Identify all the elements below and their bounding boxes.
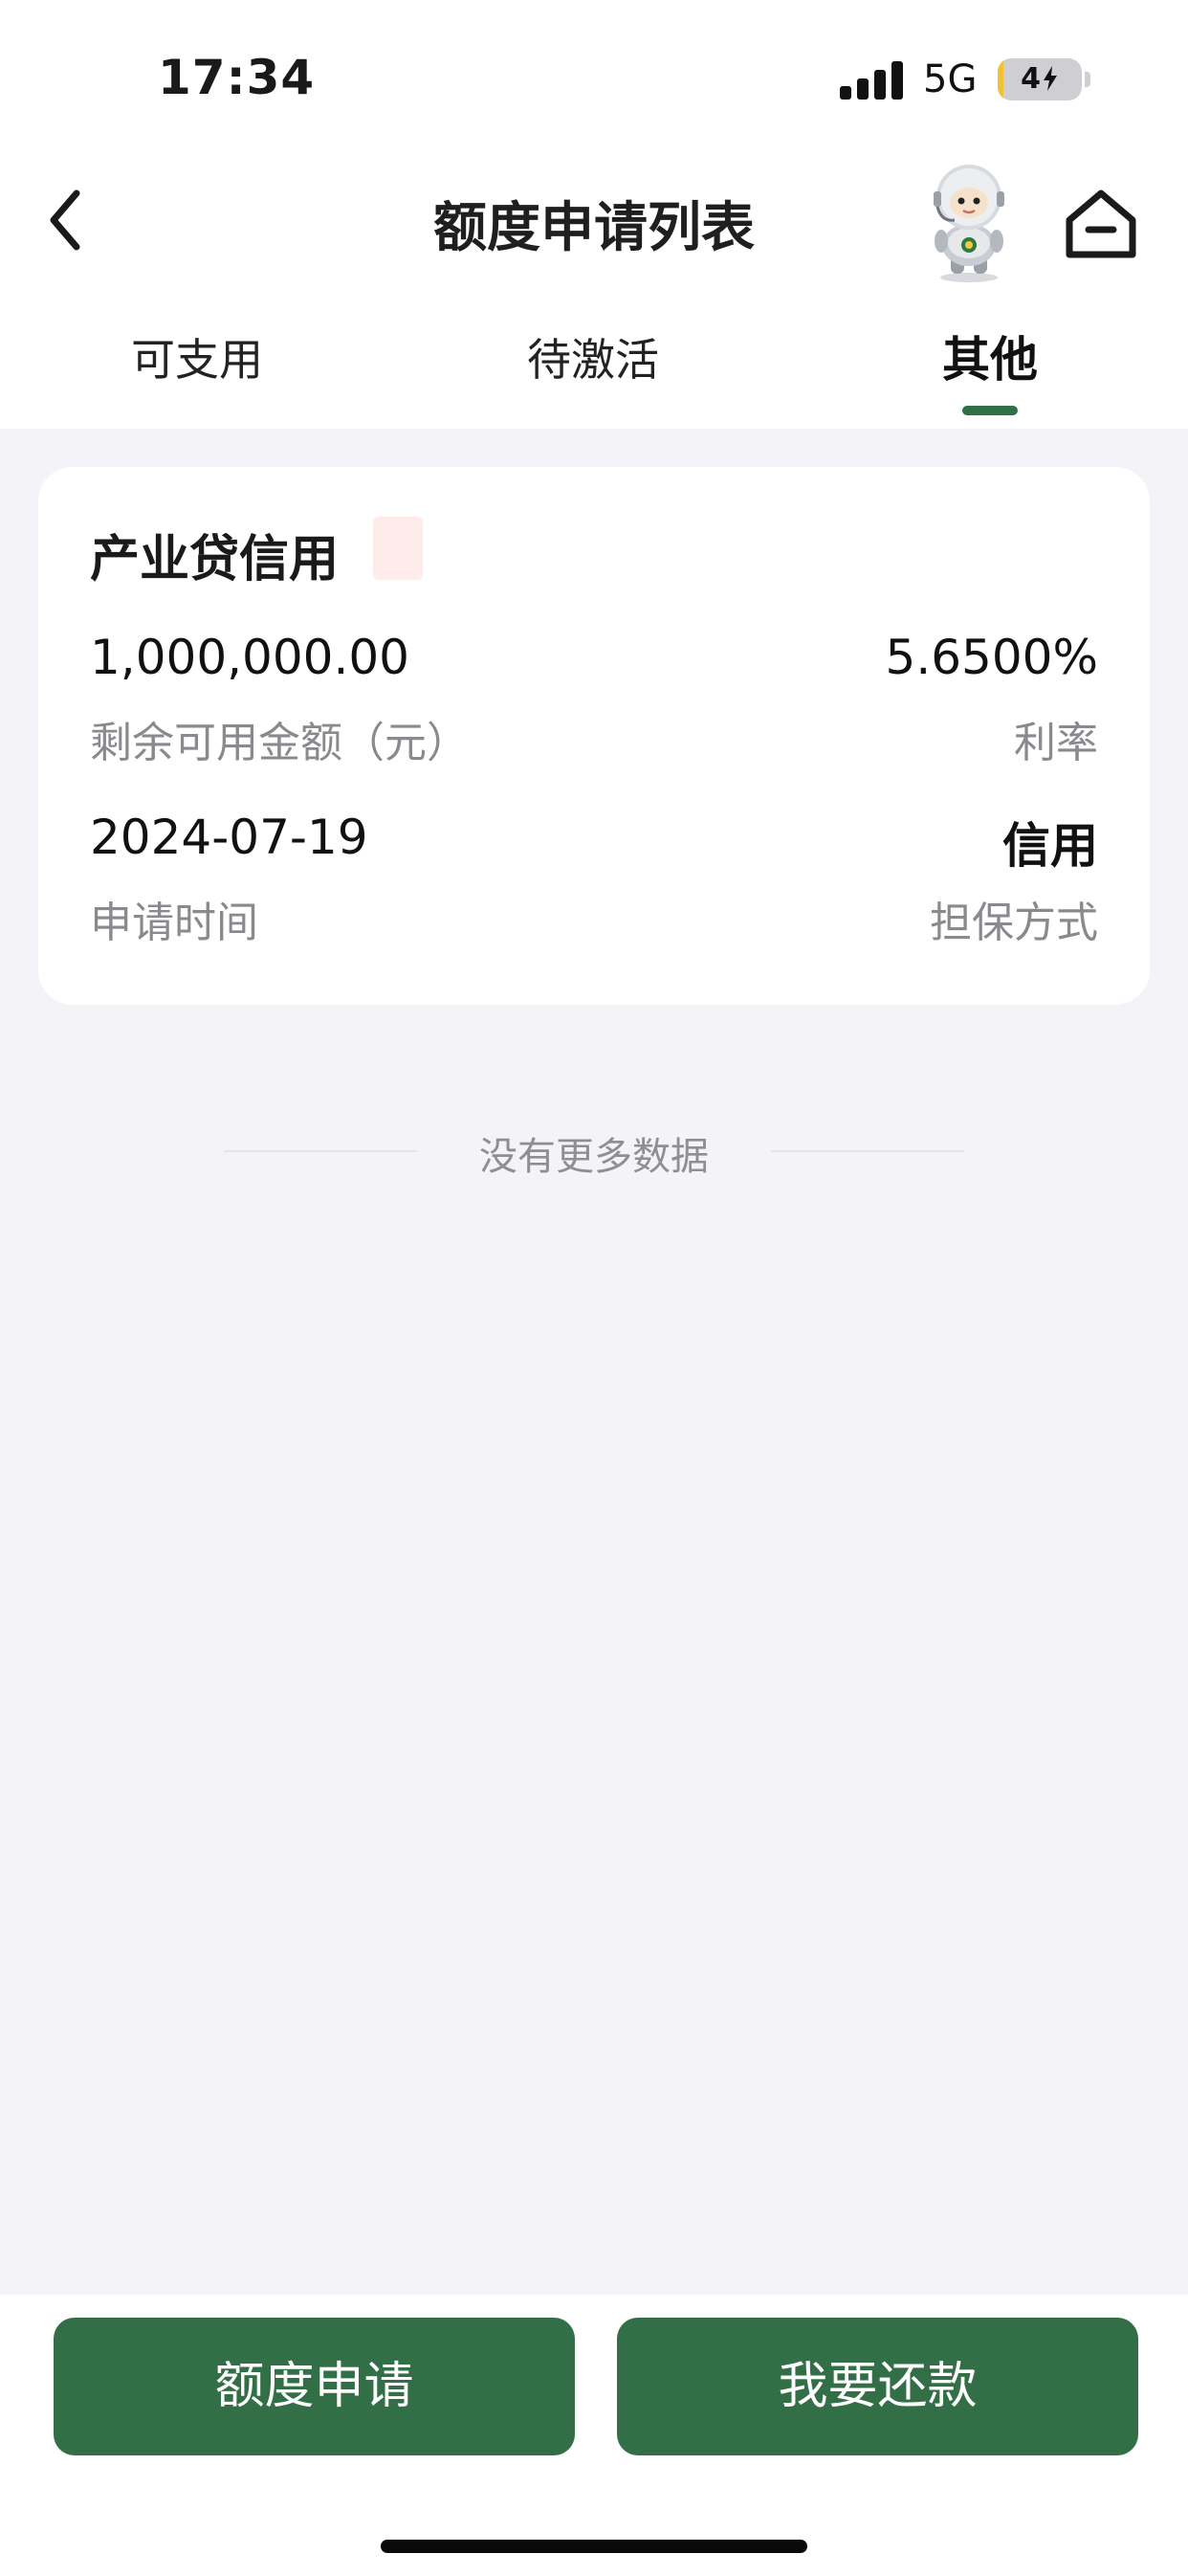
battery-text: 4 (998, 62, 1082, 96)
guarantee-type-label: 担保方式 (930, 899, 1098, 947)
credit-application-card[interactable]: 产业贷信用 1,000,000.00 5.6500% 剩余可用金额（元） 利率 … (38, 467, 1150, 1005)
network-label: 5G (923, 57, 978, 101)
tab-available[interactable]: 可支用 (54, 325, 341, 389)
signal-icon (840, 61, 907, 100)
tab-pending-activation[interactable]: 待激活 (450, 325, 737, 389)
credit-apply-button[interactable]: 额度申请 (54, 2318, 575, 2455)
status-time: 17:34 (158, 50, 316, 105)
active-tab-indicator (962, 406, 1018, 415)
remaining-amount-value: 1,000,000.00 (90, 630, 409, 685)
guarantee-type-value: 信用 (1002, 818, 1098, 874)
interest-rate-label: 利率 (1014, 719, 1098, 767)
home-button[interactable] (1062, 188, 1140, 260)
repay-button[interactable]: 我要还款 (617, 2318, 1138, 2455)
home-icon (1066, 189, 1136, 258)
tab-other[interactable]: 其他 (847, 322, 1133, 390)
application-date-label: 申请时间 (90, 899, 258, 947)
divider-right (771, 1150, 964, 1152)
remaining-amount-label: 剩余可用金额（元） (90, 719, 469, 767)
product-tag (373, 517, 423, 580)
application-date-value: 2024-07-19 (90, 810, 368, 865)
no-more-data-text: 没有更多数据 (479, 1135, 709, 1179)
battery-nub (1085, 72, 1090, 87)
assistant-robot-icon[interactable] (916, 159, 1022, 283)
interest-rate-value: 5.6500% (885, 630, 1098, 685)
product-name: 产业贷信用 (90, 531, 340, 588)
home-indicator (381, 2540, 807, 2553)
battery-icon: 4 (998, 58, 1082, 100)
